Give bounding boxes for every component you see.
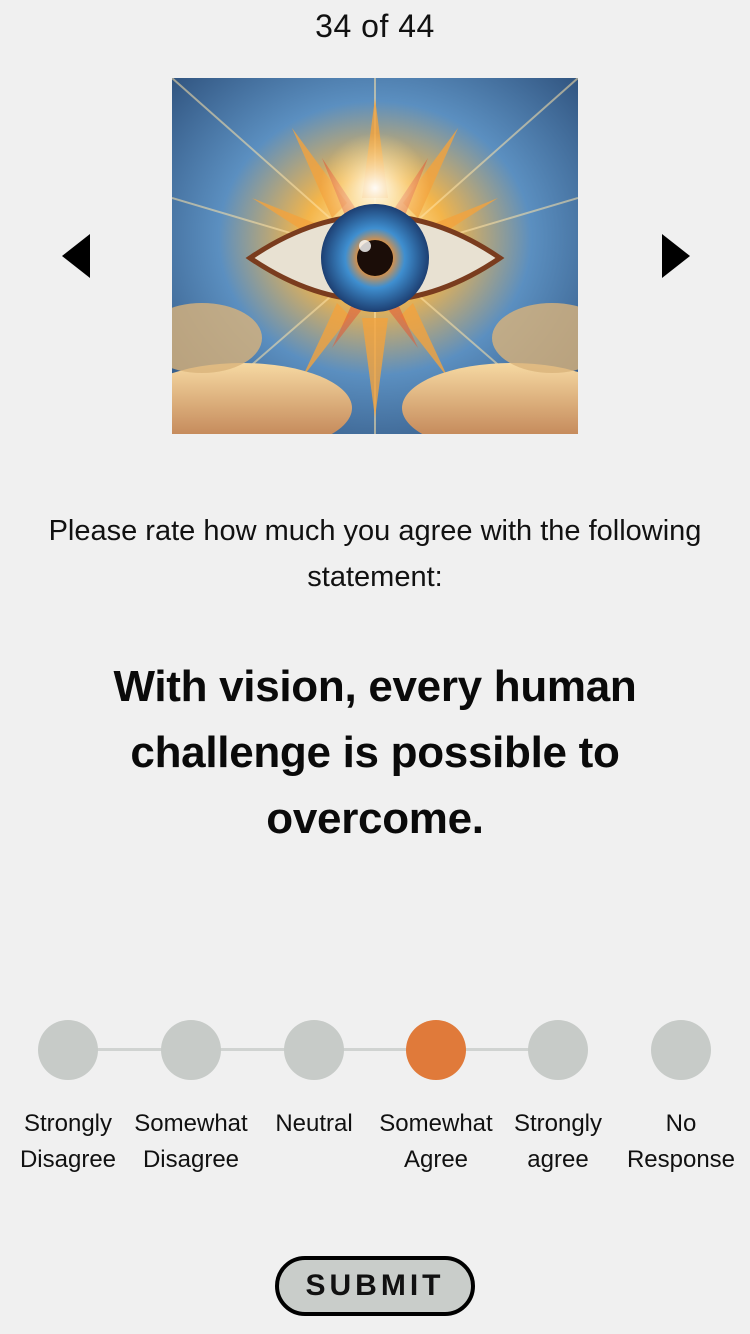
radio-dot[interactable] [528, 1020, 588, 1080]
question-counter: 34 of 44 [315, 8, 435, 44]
option-neutral[interactable]: Neutral [252, 1020, 376, 1142]
radio-dot[interactable] [651, 1020, 711, 1080]
statement-text: With vision, every human challenge is po… [113, 662, 637, 843]
option-somewhat-agree[interactable]: Somewhat Agree [374, 1020, 498, 1178]
submit-button[interactable]: SUBMIT [275, 1256, 475, 1316]
radio-dot[interactable] [161, 1020, 221, 1080]
option-label: Somewhat Disagree [134, 1110, 248, 1173]
radio-dot[interactable] [38, 1020, 98, 1080]
rating-instructions: Please rate how much you agree with the … [48, 515, 702, 593]
option-somewhat-disagree[interactable]: Somewhat Disagree [129, 1020, 253, 1178]
eye-artwork-image [172, 78, 578, 434]
option-label: No Response [626, 1110, 736, 1173]
previous-button[interactable] [62, 234, 90, 278]
option-no-response[interactable]: No Response [619, 1020, 743, 1178]
option-label: Neutral [275, 1110, 353, 1137]
option-strongly-disagree[interactable]: Strongly Disagree [6, 1020, 130, 1178]
next-button[interactable] [662, 234, 690, 278]
option-strongly-agree[interactable]: Strongly agree [496, 1020, 620, 1178]
triangle-left-icon [62, 234, 90, 278]
option-label: Strongly Disagree [19, 1110, 117, 1173]
triangle-right-icon [662, 234, 690, 278]
option-label: Somewhat Agree [379, 1110, 493, 1173]
radio-dot-selected[interactable] [406, 1020, 466, 1080]
radio-dot[interactable] [284, 1020, 344, 1080]
option-label: Strongly agree [513, 1110, 603, 1173]
